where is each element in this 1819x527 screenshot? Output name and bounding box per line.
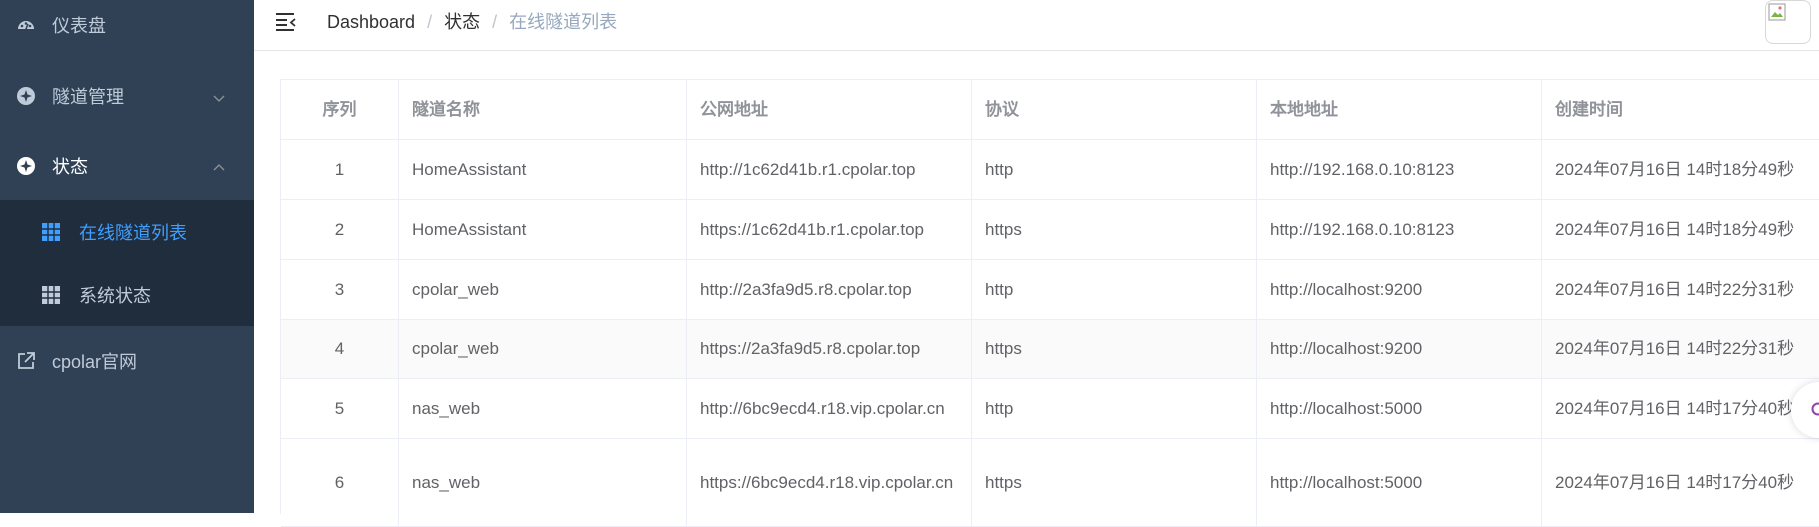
cell-index: 2 <box>281 200 399 259</box>
breadcrumb-item-dashboard[interactable]: Dashboard <box>327 10 415 34</box>
table-row: 5 nas_web http://6bc9ecd4.r18.vip.cpolar… <box>281 379 1819 439</box>
breadcrumb-separator: / <box>427 10 432 34</box>
sidebar-item-status[interactable]: 状态 <box>0 131 254 201</box>
column-header-local-address: 本地地址 <box>1257 80 1542 139</box>
external-link-icon <box>16 351 36 371</box>
dashboard-icon <box>16 15 36 35</box>
sidebar: 仪表盘 隧道管理 状态 在线隧道列表 系统状态 <box>0 0 254 513</box>
sidebar-item-label: 隧道管理 <box>52 83 124 109</box>
breadcrumb-item-status[interactable]: 状态 <box>444 10 480 34</box>
sidebar-item-label: cpolar官网 <box>52 348 137 374</box>
cell-local-address: http://localhost:9200 <box>1257 320 1542 378</box>
cell-index: 3 <box>281 260 399 319</box>
cell-protocol: https <box>972 320 1257 378</box>
cell-created-time: 2024年07月16日 14时18分49秒 <box>1542 200 1819 259</box>
navbar: Dashboard / 状态 / 在线隧道列表 <box>254 0 1819 51</box>
column-header-protocol: 协议 <box>972 80 1257 139</box>
tunnel-icon <box>16 86 36 106</box>
avatar[interactable] <box>1765 0 1811 44</box>
cell-created-time: 2024年07月16日 14时17分40秒 <box>1542 379 1819 438</box>
breadcrumb-separator: / <box>492 10 497 34</box>
status-submenu: 在线隧道列表 系统状态 <box>0 200 254 326</box>
cell-index: 4 <box>281 320 399 378</box>
table-row: 3 cpolar_web http://2a3fa9d5.r8.cpolar.t… <box>281 260 1819 320</box>
cell-protocol: http <box>972 379 1257 438</box>
cell-tunnel-name: nas_web <box>399 379 687 438</box>
cell-public-url[interactable]: http://6bc9ecd4.r18.vip.cpolar.cn <box>687 379 972 438</box>
assistant-icon <box>1811 402 1819 416</box>
hamburger-icon[interactable] <box>274 10 298 34</box>
cell-local-address: http://localhost:9200 <box>1257 260 1542 319</box>
cell-created-time: 2024年07月16日 14时22分31秒 <box>1542 320 1819 378</box>
cell-tunnel-name: cpolar_web <box>399 320 687 378</box>
column-header-tunnel-name: 隧道名称 <box>399 80 687 139</box>
cell-tunnel-name: cpolar_web <box>399 260 687 319</box>
sidebar-item-online-tunnels[interactable]: 在线隧道列表 <box>0 200 254 263</box>
sidebar-item-tunnel-management[interactable]: 隧道管理 <box>0 61 254 131</box>
cell-local-address: http://localhost:5000 <box>1257 379 1542 438</box>
table-row: 6 nas_web https://6bc9ecd4.r18.vip.cpola… <box>281 439 1819 527</box>
sidebar-item-dashboard[interactable]: 仪表盘 <box>0 0 254 60</box>
status-icon <box>16 156 36 176</box>
cell-tunnel-name: HomeAssistant <box>399 140 687 199</box>
cell-public-url[interactable]: https://2a3fa9d5.r8.cpolar.top <box>687 320 972 378</box>
sidebar-subitem-label: 在线隧道列表 <box>79 219 187 245</box>
cell-local-address: http://192.168.0.10:8123 <box>1257 200 1542 259</box>
sidebar-subitem-label: 系统状态 <box>79 282 151 308</box>
cell-created-time: 2024年07月16日 14时22分31秒 <box>1542 260 1819 319</box>
cell-public-url[interactable]: https://1c62d41b.r1.cpolar.top <box>687 200 972 259</box>
cell-created-time: 2024年07月16日 14时18分49秒 <box>1542 140 1819 199</box>
cell-index: 1 <box>281 140 399 199</box>
sidebar-item-label: 状态 <box>52 153 88 179</box>
table-header-row: 序列 隧道名称 公网地址 协议 本地地址 创建时间 <box>281 80 1819 140</box>
cell-public-url[interactable]: http://1c62d41b.r1.cpolar.top <box>687 140 972 199</box>
grid-icon <box>42 286 60 304</box>
chevron-up-icon <box>212 159 226 173</box>
table-row: 1 HomeAssistant http://1c62d41b.r1.cpola… <box>281 140 1819 200</box>
chevron-down-icon <box>212 89 226 103</box>
sidebar-item-label: 仪表盘 <box>52 12 106 38</box>
table-row: 4 cpolar_web https://2a3fa9d5.r8.cpolar.… <box>281 320 1819 379</box>
cell-protocol: http <box>972 260 1257 319</box>
cell-tunnel-name: HomeAssistant <box>399 200 687 259</box>
column-header-index: 序列 <box>281 80 399 139</box>
cell-public-url[interactable]: http://2a3fa9d5.r8.cpolar.top <box>687 260 972 319</box>
tunnel-table: 序列 隧道名称 公网地址 协议 本地地址 创建时间 1 HomeAssistan… <box>280 79 1819 514</box>
sidebar-item-cpolar-website[interactable]: cpolar官网 <box>0 326 254 396</box>
broken-image-icon <box>1768 3 1786 21</box>
breadcrumb-item-current: 在线隧道列表 <box>509 10 617 34</box>
sidebar-item-system-status[interactable]: 系统状态 <box>0 263 254 326</box>
column-header-public-url: 公网地址 <box>687 80 972 139</box>
cell-index: 5 <box>281 379 399 438</box>
cell-local-address: http://192.168.0.10:8123 <box>1257 140 1542 199</box>
cell-protocol: http <box>972 140 1257 199</box>
table-row: 2 HomeAssistant https://1c62d41b.r1.cpol… <box>281 200 1819 260</box>
breadcrumb: Dashboard / 状态 / 在线隧道列表 <box>327 10 617 34</box>
cell-protocol: https <box>972 200 1257 259</box>
grid-icon <box>42 223 60 241</box>
column-header-created-time: 创建时间 <box>1542 80 1819 139</box>
